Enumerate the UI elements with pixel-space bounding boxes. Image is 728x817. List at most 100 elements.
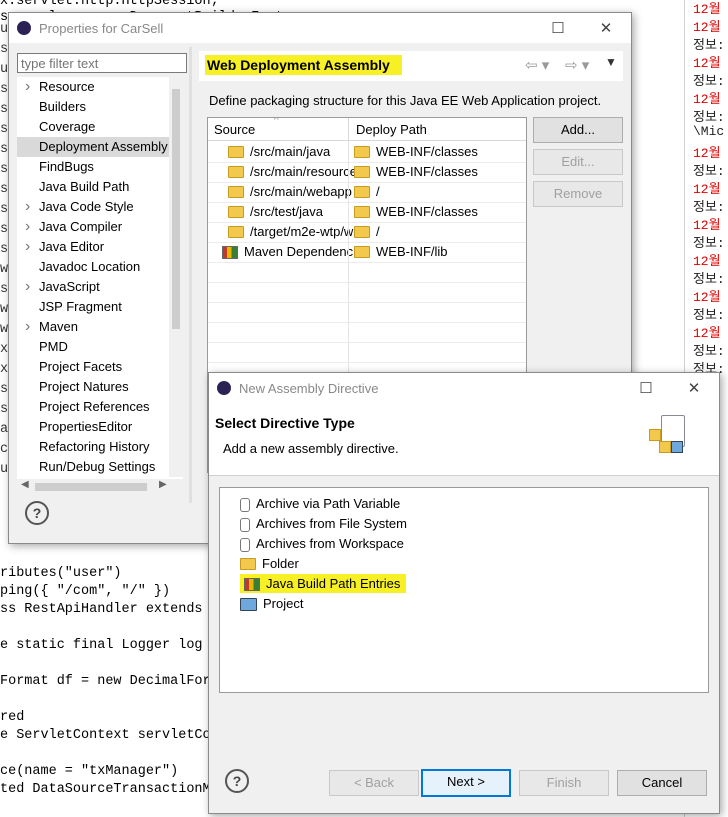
finish-button[interactable]: Finish: [519, 770, 609, 796]
directive-option[interactable]: Archive via Path Variable: [240, 494, 400, 514]
table-row[interactable]: Maven Dependencies WEB-INF/lib: [208, 242, 526, 263]
back-nav-icon[interactable]: ⇦ ▾: [525, 56, 549, 74]
wizard-subheading: Add a new assembly directive.: [223, 441, 399, 456]
empty-table-row: [208, 262, 526, 283]
cancel-button[interactable]: Cancel: [617, 770, 707, 796]
directive-option-inner: Java Build Path Entries: [240, 574, 407, 593]
source-text: /src/main/java: [250, 144, 331, 159]
tree-item[interactable]: FindBugs: [17, 157, 169, 177]
tree-item[interactable]: Coverage: [17, 117, 169, 137]
tree-item[interactable]: › Java Code Style: [17, 197, 169, 217]
tree-item[interactable]: Javadoc Location: [17, 257, 169, 277]
tree-item[interactable]: › Maven: [17, 317, 169, 337]
folder-icon: [228, 145, 244, 158]
column-divider[interactable]: [348, 118, 349, 140]
column-header-deploy-path[interactable]: Deploy Path: [356, 122, 427, 137]
tree-item-label: Java Code Style: [39, 199, 134, 214]
edit-button[interactable]: Edit...: [533, 149, 623, 175]
maximize-button[interactable]: ☐: [623, 373, 669, 403]
table-row[interactable]: /src/test/java WEB-INF/classes: [208, 202, 526, 223]
jar-icon: [240, 497, 250, 512]
tree-item[interactable]: Deployment Assembly: [17, 137, 169, 157]
chevron-right-icon[interactable]: ›: [25, 217, 30, 237]
code-line: e static final Logger log: [0, 638, 203, 653]
next-button[interactable]: Next >: [421, 769, 511, 797]
source-cell: Maven Dependencies: [208, 242, 362, 262]
tree-hscroll-thumb[interactable]: [35, 483, 147, 491]
directive-option[interactable]: Java Build Path Entries: [240, 574, 407, 594]
folder-icon: [354, 225, 370, 238]
sash[interactable]: [189, 47, 192, 503]
eclipse-icon: [217, 381, 231, 395]
console-line: 12월 3: [693, 326, 728, 341]
table-row[interactable]: /target/m2e-wtp/web-resources /: [208, 222, 526, 243]
properties-tree[interactable]: › Resource Builders Coverage Deployment Asse…: [17, 77, 183, 495]
chevron-right-icon[interactable]: ›: [25, 237, 30, 257]
tree-item[interactable]: › Java Compiler: [17, 217, 169, 237]
tree-item[interactable]: JSP Fragment: [17, 297, 169, 317]
directive-option[interactable]: Project: [240, 594, 303, 614]
folder-icon: [354, 245, 370, 258]
console-line: 12월 3: [693, 218, 728, 233]
directive-option[interactable]: Folder: [240, 554, 299, 574]
view-menu-icon[interactable]: ▼: [605, 55, 617, 69]
jar-icon: [240, 537, 250, 552]
scroll-left-icon[interactable]: ◀: [21, 479, 29, 490]
help-icon[interactable]: ?: [225, 769, 249, 793]
column-header-source[interactable]: Source: [214, 122, 255, 137]
tree-horizontal-scrollbar[interactable]: ◀ ▶: [17, 479, 183, 495]
scroll-right-icon[interactable]: ▶: [159, 479, 167, 490]
chevron-right-icon[interactable]: ›: [25, 77, 30, 97]
eclipse-icon: [17, 21, 31, 35]
empty-table-row: [208, 342, 526, 363]
folder-icon: [228, 205, 244, 218]
directive-option-label: Archives from File System: [256, 516, 407, 531]
tree-item[interactable]: › JavaScript: [17, 277, 169, 297]
tree-item[interactable]: Refactoring History: [17, 437, 169, 457]
tree-scroll-thumb[interactable]: [172, 89, 180, 329]
folder-icon: [354, 165, 370, 178]
forward-nav-icon[interactable]: ⇨ ▾: [565, 56, 589, 74]
tree-item[interactable]: Project References: [17, 397, 169, 417]
help-icon[interactable]: ?: [25, 501, 49, 525]
chevron-right-icon[interactable]: ›: [25, 277, 30, 297]
source-text: Maven Dependencies: [244, 244, 362, 259]
gutter-fragment: w: [0, 302, 9, 317]
source-cell: /src/test/java: [208, 202, 368, 222]
tree-item[interactable]: › Java Editor: [17, 237, 169, 257]
directive-option[interactable]: Archives from Workspace: [240, 534, 404, 554]
tree-item[interactable]: Java Build Path: [17, 177, 169, 197]
tree-item[interactable]: Run/Debug Settings: [17, 457, 169, 477]
remove-button[interactable]: Remove: [533, 181, 623, 207]
add-button[interactable]: Add...: [533, 117, 623, 143]
chevron-right-icon[interactable]: ›: [25, 317, 30, 337]
console-line: 12월 3: [693, 56, 728, 71]
tree-item-label: Deployment Assembly: [39, 139, 168, 154]
close-button[interactable]: ✕: [583, 13, 629, 43]
directive-option-label: Folder: [262, 556, 299, 571]
tree-item-label: PMD: [39, 339, 68, 354]
close-button[interactable]: ✕: [671, 373, 717, 403]
table-row[interactable]: /src/main/webapp /: [208, 182, 526, 203]
tree-item-label: Java Build Path: [39, 179, 130, 194]
code-line: Format df = new DecimalFor: [0, 674, 211, 689]
jar-icon: [240, 517, 250, 532]
tree-item[interactable]: Project Natures: [17, 377, 169, 397]
maximize-button[interactable]: ☐: [535, 13, 581, 43]
chevron-right-icon[interactable]: ›: [25, 197, 30, 217]
tree-item[interactable]: Project Facets: [17, 357, 169, 377]
directive-type-list[interactable]: Archive via Path Variable Archives from F…: [219, 487, 709, 693]
table-row[interactable]: /src/main/java WEB-INF/classes: [208, 142, 526, 163]
tree-item[interactable]: PMD: [17, 337, 169, 357]
console-line: 정보:: [693, 308, 725, 323]
table-row[interactable]: /src/main/resources WEB-INF/classes: [208, 162, 526, 183]
deploy-cell: WEB-INF/classes: [350, 162, 526, 182]
tree-vertical-scrollbar[interactable]: [169, 77, 183, 477]
tree-item[interactable]: › Resource: [17, 77, 169, 97]
tree-item[interactable]: Builders: [17, 97, 169, 117]
filter-input[interactable]: [17, 53, 187, 73]
tree-item[interactable]: PropertiesEditor: [17, 417, 169, 437]
back-button[interactable]: < Back: [329, 770, 419, 796]
code-line: red: [0, 710, 25, 725]
directive-option[interactable]: Archives from File System: [240, 514, 407, 534]
